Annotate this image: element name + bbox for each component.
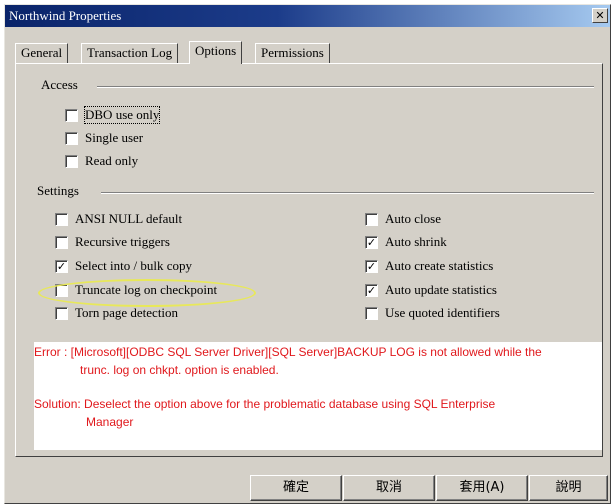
auto-close-label: Auto close (385, 211, 441, 226)
read-only-label: Read only (85, 153, 139, 168)
settings-group-label: Settings (37, 183, 79, 198)
error-line-2: trunc. log on chkpt. option is enabled. (80, 363, 279, 377)
single-user-checkbox[interactable] (65, 132, 78, 145)
read-only-checkbox[interactable] (65, 155, 78, 168)
recursive-triggers-checkbox[interactable] (55, 236, 68, 249)
settings-divider (101, 192, 594, 194)
help-button[interactable]: 說明 (529, 475, 608, 501)
tab-transaction-log[interactable]: Transaction Log (81, 43, 179, 63)
auto-create-statistics-checkbox[interactable]: ✓ (365, 260, 378, 273)
ok-button[interactable]: 確定 (250, 475, 342, 501)
tab-general[interactable]: General (15, 43, 69, 63)
dialog-buttons: 確定 取消 套用(A) 說明 (5, 475, 610, 501)
tab-options[interactable]: Options (189, 41, 243, 64)
close-icon[interactable]: ✕ (592, 8, 608, 23)
access-divider (97, 86, 594, 88)
dbo-use-only-checkbox[interactable] (65, 109, 78, 122)
access-group-label: Access (41, 77, 78, 92)
auto-shrink-checkbox[interactable]: ✓ (365, 236, 378, 249)
torn-page-detection-label: Torn page detection (75, 305, 179, 320)
cancel-button[interactable]: 取消 (343, 475, 435, 501)
use-quoted-identifiers-checkbox[interactable] (365, 307, 378, 320)
torn-page-detection-checkbox[interactable] (55, 307, 68, 320)
window-title: Northwind Properties (9, 8, 122, 23)
single-user-label: Single user (85, 130, 144, 145)
ansi-null-default-checkbox[interactable] (55, 213, 68, 226)
recursive-triggers-label: Recursive triggers (75, 234, 170, 249)
title-bar: Northwind Properties ✕ (5, 5, 610, 27)
error-line-1: Error : [Microsoft][ODBC SQL Server Driv… (34, 345, 542, 359)
select-into-bulk-copy-checkbox[interactable]: ✓ (55, 260, 68, 273)
auto-update-statistics-label: Auto update statistics (385, 282, 497, 297)
solution-line-2: Manager (86, 415, 134, 429)
error-annotation: Error : [Microsoft][ODBC SQL Server Driv… (34, 342, 602, 450)
select-into-bulk-copy-label: Select into / bulk copy (75, 258, 192, 273)
dbo-use-only-label: DBO use only (83, 106, 161, 124)
tab-permissions[interactable]: Permissions (255, 43, 330, 63)
auto-create-statistics-label: Auto create statistics (385, 258, 494, 273)
apply-button[interactable]: 套用(A) (436, 475, 528, 501)
use-quoted-identifiers-label: Use quoted identifiers (385, 305, 500, 320)
ansi-null-default-label: ANSI NULL default (75, 211, 183, 226)
auto-update-statistics-checkbox[interactable]: ✓ (365, 284, 378, 297)
solution-line-1: Solution: Deselect the option above for … (34, 397, 496, 411)
truncate-log-on-checkpoint-label: Truncate log on checkpoint (75, 282, 218, 297)
auto-close-checkbox[interactable] (365, 213, 378, 226)
truncate-log-on-checkpoint-checkbox[interactable] (55, 284, 68, 297)
auto-shrink-label: Auto shrink (385, 234, 447, 249)
